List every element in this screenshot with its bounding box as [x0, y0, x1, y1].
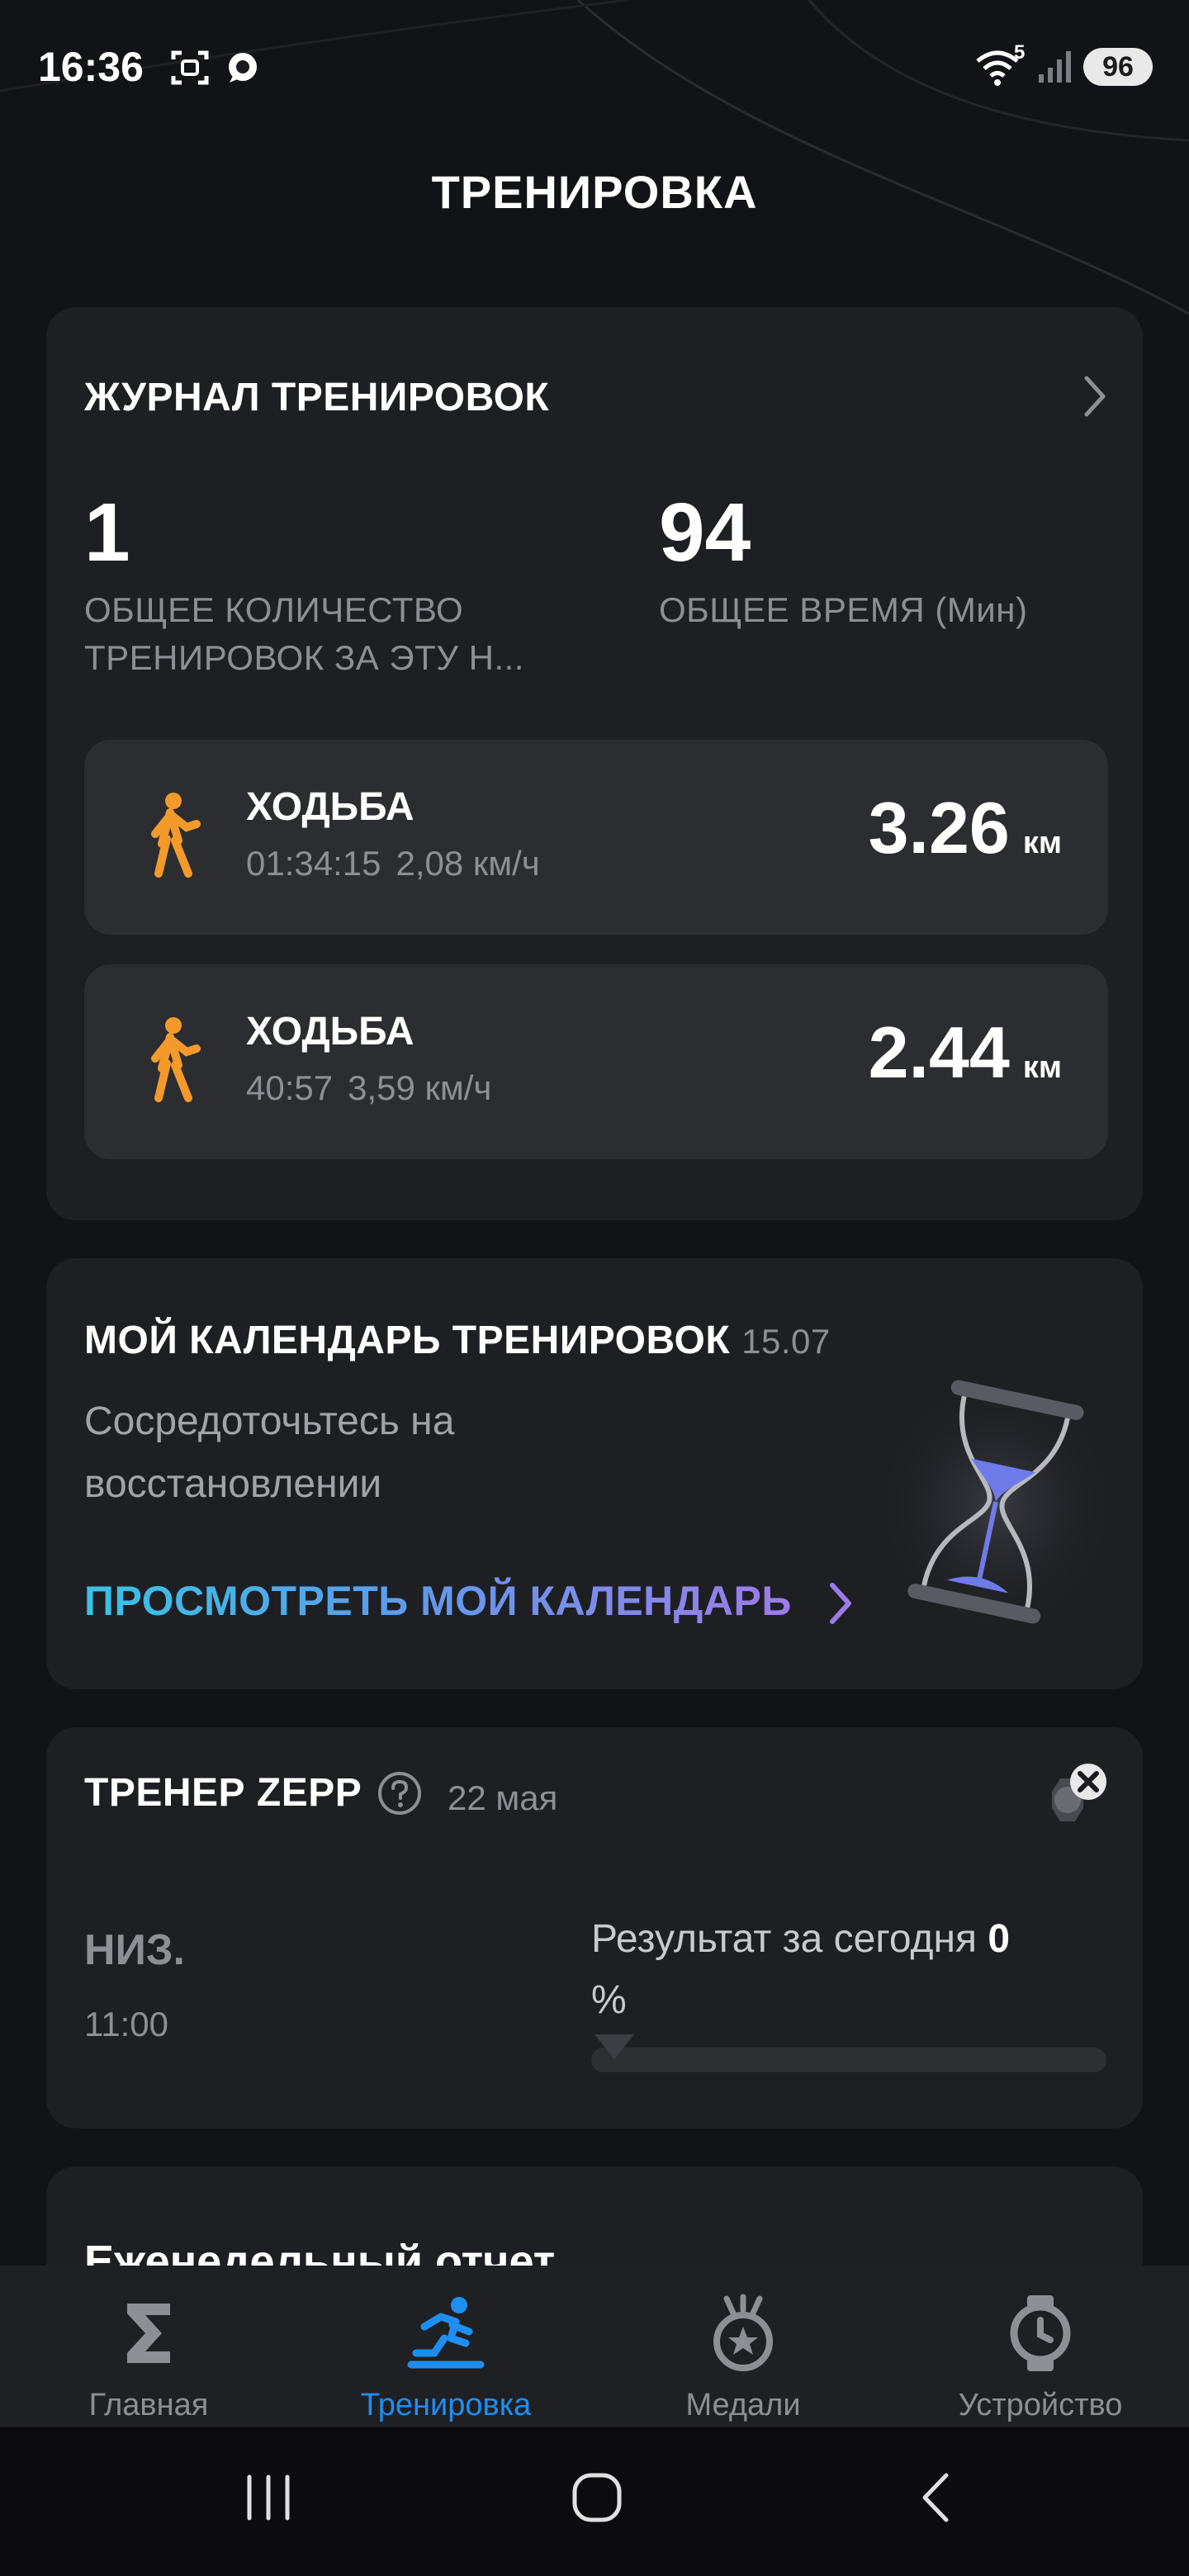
calendar-date: 15.07 — [741, 1322, 831, 1361]
coach-date: 22 мая — [448, 1778, 558, 1817]
coach-title-text: ТРЕНЕР ZEPP — [84, 1771, 362, 1815]
battery-indicator: 96 — [1083, 48, 1153, 86]
total-workouts-label: ОБЩЕЕ КОЛИЧЕСТВО ТРЕНИРОВОК ЗА ЭТУ Н... — [84, 586, 524, 682]
running-icon — [407, 2297, 485, 2369]
calendar-title: МОЙ КАЛЕНДАРЬ ТРЕНИРОВОК 15.07 — [84, 1318, 831, 1363]
workout-name: ХОДЬБА — [246, 1010, 414, 1054]
coach-title: ТРЕНЕР ZEPP — [84, 1770, 362, 1816]
progress-marker — [594, 2034, 634, 2059]
workout-meta: 40:57 3,59 км/ч — [246, 1068, 506, 1108]
view-calendar-link[interactable]: ПРОСМОТРЕТЬ МОЙ КАЛЕНДАРЬ — [84, 1577, 792, 1625]
today-result-label: Результат за сегодня — [591, 1917, 977, 1961]
workout-log-title: ЖУРНАЛ ТРЕНИРОВОК — [84, 376, 550, 419]
nav-item-home[interactable]: Главная — [0, 2266, 297, 2427]
system-navigation-bar — [0, 2427, 1189, 2576]
walking-icon — [151, 1017, 201, 1102]
nav-item-workout[interactable]: Тренировка — [297, 2266, 594, 2427]
page-title: ТРЕНИРОВКА — [431, 166, 758, 218]
workout-pace: 2,08 км/ч — [396, 844, 540, 883]
nav-item-label: Медали — [685, 2388, 801, 2422]
today-progress-bar — [591, 2048, 1106, 2072]
calendar-message-line1: Сосредоточьтесь на — [84, 1399, 455, 1443]
training-calendar-card[interactable]: МОЙ КАЛЕНДАРЬ ТРЕНИРОВОК 15.07 Сосредоточ… — [46, 1258, 1143, 1689]
coach-watch-dismiss-icon[interactable] — [1029, 1757, 1111, 1840]
medal-icon — [713, 2294, 773, 2371]
workout-item[interactable]: ХОДЬБА 40:57 3,59 км/ч 2.44 км — [84, 964, 1108, 1159]
back-icon[interactable] — [908, 2469, 966, 2526]
watch-icon — [1010, 2295, 1071, 2371]
total-workouts-value: 1 — [84, 486, 130, 579]
chevron-right-icon[interactable] — [1078, 373, 1111, 419]
calendar-message-line2: восстановлении — [84, 1462, 382, 1506]
total-workouts-label-line2: ТРЕНИРОВОК ЗА ЭТУ Н... — [84, 638, 524, 677]
nav-item-medals[interactable]: Медали — [594, 2266, 892, 2427]
today-result: Результат за сегодня 0 % — [591, 1909, 1103, 2031]
calendar-title-text: МОЙ КАЛЕНДАРЬ ТРЕНИРОВОК — [84, 1319, 731, 1362]
workout-distance-unit: км — [1022, 826, 1062, 860]
network-type-badge: 5 — [1014, 41, 1026, 64]
status-time: 16:36 — [38, 44, 144, 90]
status-bar: 16:36 5 96 — [0, 0, 1189, 132]
total-time-label: ОБЩЕЕ ВРЕМЯ (Мин) — [659, 590, 1028, 629]
help-icon[interactable] — [377, 1770, 423, 1816]
walking-icon — [151, 793, 201, 878]
total-time-value: 94 — [659, 486, 751, 579]
workout-pace: 3,59 км/ч — [348, 1068, 492, 1107]
nav-item-label: Устройство — [958, 2388, 1123, 2422]
home-icon[interactable] — [568, 2469, 626, 2526]
workout-log-card[interactable]: ЖУРНАЛ ТРЕНИРОВОК 1 ОБЩЕЕ КОЛИЧЕСТВО ТРЕ… — [46, 307, 1143, 1220]
coach-level: НИЗ. — [84, 1926, 185, 1974]
workout-item[interactable]: ХОДЬБА 01:34:15 2,08 км/ч 3.26 км — [84, 740, 1108, 935]
workout-distance-value: 3.26 — [868, 787, 1010, 869]
today-result-unit: % — [591, 1978, 627, 2022]
workout-distance-unit: км — [1022, 1050, 1062, 1085]
signal-icon — [1039, 51, 1071, 83]
hourglass-icon — [872, 1374, 1120, 1638]
coach-time: 11:00 — [84, 2005, 168, 2043]
chevron-right-icon[interactable] — [824, 1579, 857, 1628]
nav-item-label: Тренировка — [360, 2388, 532, 2422]
workout-duration: 01:34:15 — [246, 844, 381, 883]
chat-icon — [229, 53, 257, 83]
workout-duration: 40:57 — [246, 1068, 334, 1107]
workout-meta: 01:34:15 2,08 км/ч — [246, 844, 555, 883]
nav-item-device[interactable]: Устройство — [892, 2266, 1189, 2427]
workout-distance: 2.44 км — [869, 1011, 1062, 1095]
bottom-navigation: Главная Тренировка Медали Устройство — [0, 2266, 1189, 2427]
calendar-message: Сосредоточьтесь на восстановлении — [84, 1390, 662, 1516]
recent-apps-icon[interactable] — [239, 2469, 297, 2526]
today-result-value: 0 — [988, 1917, 1011, 1961]
workout-distance-value: 2.44 — [868, 1011, 1010, 1093]
workout-distance: 3.26 км — [869, 786, 1062, 870]
nav-item-label: Главная — [88, 2388, 209, 2422]
workout-name: ХОДЬБА — [246, 785, 414, 829]
screenshot-icon — [171, 50, 209, 85]
sigma-icon — [127, 2304, 170, 2363]
zepp-coach-card[interactable]: ТРЕНЕР ZEPP 22 мая НИЗ. 11:00 Результат … — [46, 1727, 1143, 2129]
total-workouts-label-line1: ОБЩЕЕ КОЛИЧЕСТВО — [84, 590, 464, 629]
